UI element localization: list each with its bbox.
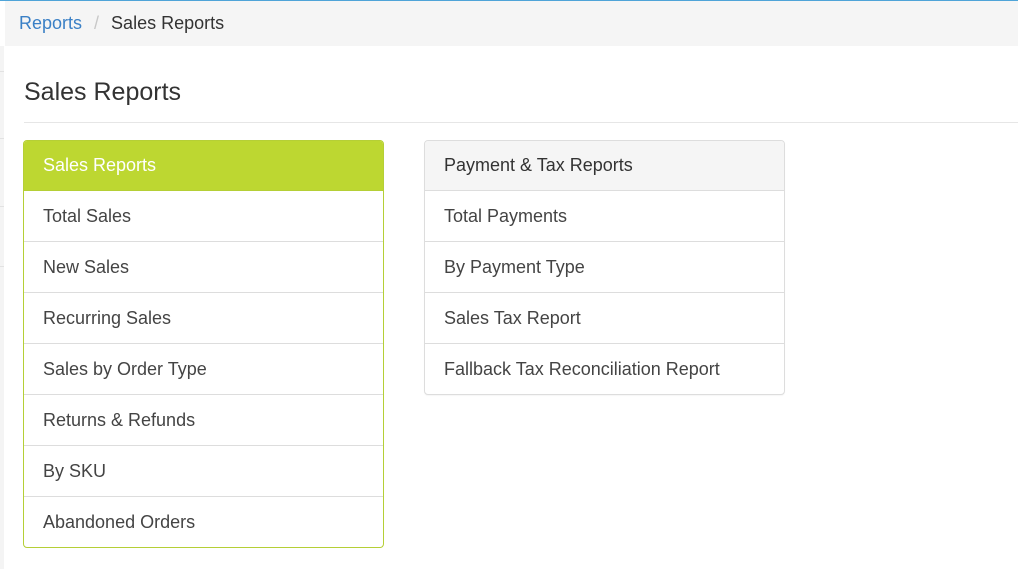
breadcrumb-link-reports[interactable]: Reports	[19, 13, 82, 34]
page-title: Sales Reports	[24, 78, 182, 106]
left-edge-divider	[0, 206, 4, 207]
sales-reports-list: Total Sales New Sales Recurring Sales Sa…	[24, 191, 383, 547]
report-link-by-sku[interactable]: By SKU	[24, 446, 383, 497]
left-edge-strip	[0, 46, 4, 569]
report-link-new-sales[interactable]: New Sales	[24, 242, 383, 293]
sales-reports-panel: Sales Reports Total Sales New Sales Recu…	[23, 140, 384, 548]
report-link-sales-by-order-type[interactable]: Sales by Order Type	[24, 344, 383, 395]
report-link-recurring-sales[interactable]: Recurring Sales	[24, 293, 383, 344]
report-link-abandoned-orders[interactable]: Abandoned Orders	[24, 497, 383, 547]
payment-tax-reports-list: Total Payments By Payment Type Sales Tax…	[425, 191, 784, 394]
report-link-by-payment-type[interactable]: By Payment Type	[425, 242, 784, 293]
breadcrumb: Reports / Sales Reports	[5, 1, 1018, 46]
left-edge-divider	[0, 71, 4, 72]
title-divider	[24, 122, 1018, 123]
left-edge-divider	[0, 138, 4, 139]
report-link-fallback-tax-reconciliation[interactable]: Fallback Tax Reconciliation Report	[425, 344, 784, 394]
breadcrumb-current: Sales Reports	[111, 13, 225, 33]
sales-reports-panel-heading: Sales Reports	[24, 141, 383, 191]
report-link-sales-tax-report[interactable]: Sales Tax Report	[425, 293, 784, 344]
left-edge-divider	[0, 266, 4, 267]
report-link-total-sales[interactable]: Total Sales	[24, 191, 383, 242]
breadcrumb-separator: /	[94, 13, 100, 33]
report-link-returns-refunds[interactable]: Returns & Refunds	[24, 395, 383, 446]
payment-tax-reports-panel: Payment & Tax Reports Total Payments By …	[424, 140, 785, 395]
report-link-total-payments[interactable]: Total Payments	[425, 191, 784, 242]
payment-tax-reports-panel-heading: Payment & Tax Reports	[425, 141, 784, 191]
